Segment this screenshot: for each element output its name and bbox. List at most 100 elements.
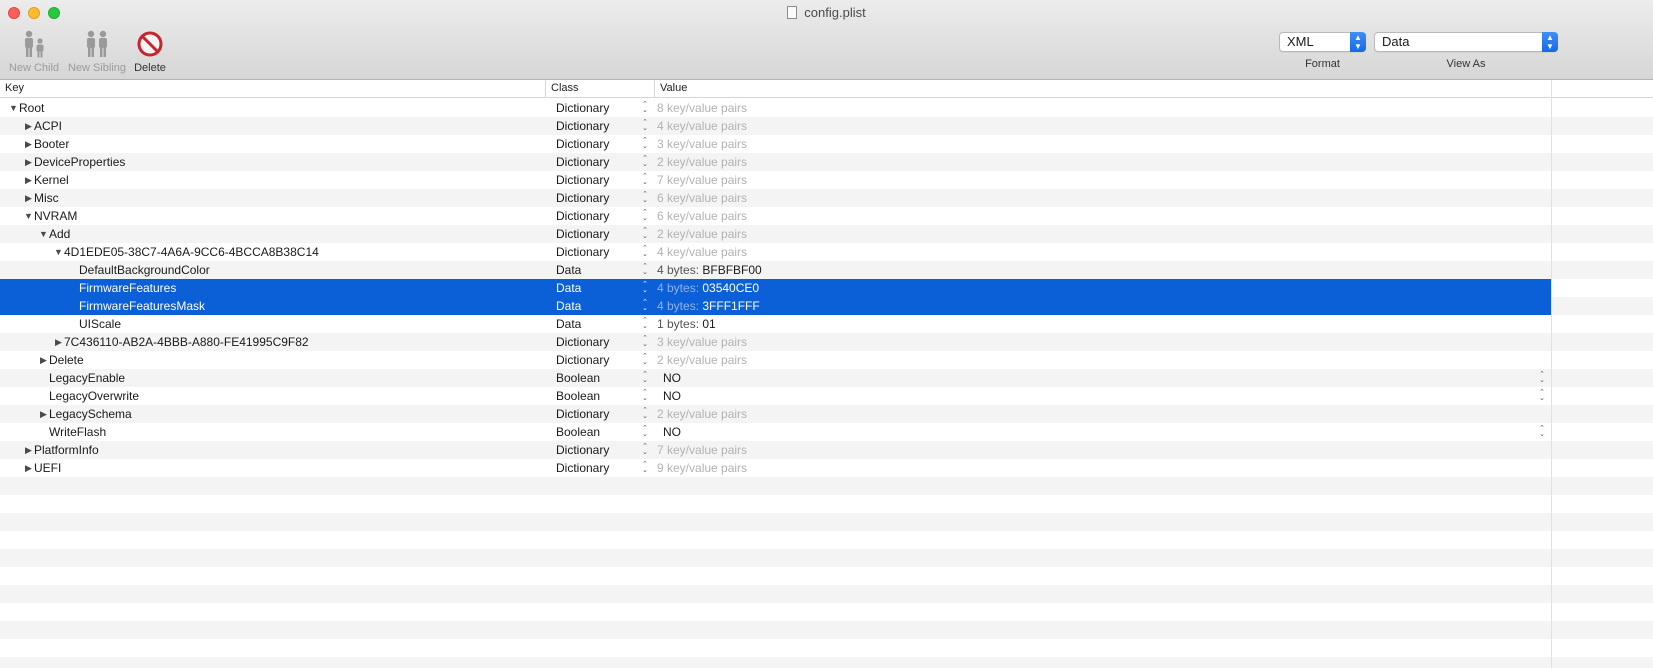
row-value: 9 key/value pairs — [657, 461, 748, 475]
disclosure-closed-icon[interactable]: ▶ — [38, 405, 49, 423]
row-value: 6 key/value pairs — [657, 209, 748, 223]
format-select[interactable]: XML ▲ ▼ — [1279, 32, 1366, 52]
new-sibling-button[interactable]: New Sibling — [66, 28, 128, 74]
row-class: Data — [556, 299, 582, 313]
class-stepper-icon[interactable]: ⌃ ⌄ — [640, 461, 650, 474]
new-child-button[interactable]: New Child — [8, 28, 60, 74]
disclosure-open-icon[interactable]: ▼ — [53, 243, 64, 261]
row-key: LegacyOverwrite — [49, 389, 140, 403]
outline-row[interactable]: FirmwareFeatures Data ⌃ ⌄ 4 bytes: 03540CE0 — [0, 279, 1551, 297]
disclosure-open-icon[interactable]: ▼ — [38, 225, 49, 243]
format-select-chevron-icon: ▲ ▼ — [1350, 32, 1366, 52]
row-key: Misc — [34, 191, 59, 205]
class-stepper-icon[interactable]: ⌃ ⌄ — [640, 245, 650, 258]
row-class: Dictionary — [556, 101, 610, 115]
row-key: LegacySchema — [49, 407, 132, 421]
class-stepper-icon[interactable]: ⌃ ⌄ — [640, 443, 650, 456]
disclosure-closed-icon[interactable]: ▶ — [53, 333, 64, 351]
row-key: Booter — [34, 137, 70, 151]
boolean-select-chevron-icon[interactable]: ⌃ ⌄ — [1537, 371, 1547, 384]
row-value[interactable]: 4 bytes: 03540CE0 — [657, 279, 759, 297]
row-class: Dictionary — [556, 209, 610, 223]
row-key: 7C436110-AB2A-4BBB-A880-FE41995C9F82 — [64, 335, 309, 349]
row-class: Dictionary — [556, 155, 610, 169]
disclosure-closed-icon[interactable]: ▶ — [38, 351, 49, 369]
outline-row[interactable]: UIScale Data ⌃ ⌄ 1 bytes: 01 — [0, 315, 1551, 333]
class-stepper-icon[interactable]: ⌃ ⌄ — [640, 191, 650, 204]
class-stepper-icon[interactable]: ⌃ ⌄ — [640, 299, 650, 312]
outline-row[interactable]: FirmwareFeaturesMask Data ⌃ ⌄ 4 bytes: 3FFF1… — [0, 297, 1551, 315]
format-caption: Format — [1305, 58, 1340, 70]
row-key: Delete — [49, 353, 84, 367]
class-stepper-icon[interactable]: ⌃ ⌄ — [640, 155, 650, 168]
row-value[interactable]: 4 bytes: BFBFBF00 — [657, 261, 762, 279]
disclosure-closed-icon[interactable]: ▶ — [23, 117, 34, 135]
class-stepper-icon[interactable]: ⌃ ⌄ — [640, 371, 650, 384]
row-value[interactable]: 1 bytes: 01 — [657, 315, 716, 333]
outline-row[interactable]: ▼ NVRAM Dictionary ⌃ ⌄ 6 key/value pairs — [0, 207, 1551, 225]
outline-row[interactable]: ▶ Booter Dictionary ⌃ ⌄ 3 key/value pairs — [0, 135, 1551, 153]
row-value[interactable]: 4 bytes: 3FFF1FFF — [657, 297, 760, 315]
row-value: 8 key/value pairs — [657, 101, 748, 115]
boolean-select-chevron-icon[interactable]: ⌃ ⌄ — [1537, 425, 1547, 438]
class-stepper-icon[interactable]: ⌃ ⌄ — [640, 317, 650, 330]
class-stepper-icon[interactable]: ⌃ ⌄ — [640, 137, 650, 150]
class-stepper-icon[interactable]: ⌃ ⌄ — [640, 353, 650, 366]
outline-row[interactable]: ▶ 7C436110-AB2A-4BBB-A880-FE41995C9F82 Dic… — [0, 333, 1551, 351]
view-as-select-chevron-icon: ▲ ▼ — [1542, 32, 1558, 52]
outline-row[interactable]: ▼ 4D1EDE05-38C7-4A6A-9CC6-4BCCA8B38C14 Dic… — [0, 243, 1551, 261]
row-value: 7 key/value pairs — [657, 443, 748, 457]
disclosure-closed-icon[interactable]: ▶ — [23, 171, 34, 189]
disclosure-open-icon[interactable]: ▼ — [8, 99, 19, 117]
hex-value: BFBFBF00 — [702, 263, 762, 277]
disclosure-closed-icon[interactable]: ▶ — [23, 135, 34, 153]
outline-row[interactable]: ▶ LegacySchema Dictionary ⌃ ⌄ 2 key/value pai… — [0, 405, 1551, 423]
class-stepper-icon[interactable]: ⌃ ⌄ — [640, 263, 650, 276]
delete-button[interactable]: Delete — [132, 28, 168, 74]
view-as-select[interactable]: Data ▲ ▼ — [1374, 32, 1558, 52]
outline-row[interactable]: ▼ Add Dictionary ⌃ ⌄ 2 key/value pairs — [0, 225, 1551, 243]
row-class: Dictionary — [556, 119, 610, 133]
outline-row[interactable]: ▼ Root Dictionary ⌃ ⌄ 8 key/value pairs — [0, 99, 1551, 117]
column-header-key[interactable]: Key — [0, 80, 545, 97]
outline-row[interactable]: ▶ DeviceProperties Dictionary ⌃ ⌄ 2 key/value… — [0, 153, 1551, 171]
byte-count: 4 bytes: — [657, 299, 703, 313]
class-stepper-icon[interactable]: ⌃ ⌄ — [640, 389, 650, 402]
class-stepper-icon[interactable]: ⌃ ⌄ — [640, 335, 650, 348]
disclosure-closed-icon[interactable]: ▶ — [23, 189, 34, 207]
outline-row[interactable]: DefaultBackgroundColor Data ⌃ ⌄ 4 bytes: BFB… — [0, 261, 1551, 279]
class-stepper-icon[interactable]: ⌃ ⌄ — [640, 209, 650, 222]
class-stepper-icon[interactable]: ⌃ ⌄ — [640, 173, 650, 186]
row-key: 4D1EDE05-38C7-4A6A-9CC6-4BCCA8B38C14 — [64, 245, 319, 259]
outline-row[interactable]: ▶ ACPI Dictionary ⌃ ⌄ 4 key/value pairs — [0, 117, 1551, 135]
class-stepper-icon[interactable]: ⌃ ⌄ — [640, 119, 650, 132]
outline-row[interactable]: ▶ Misc Dictionary ⌃ ⌄ 6 key/value pairs — [0, 189, 1551, 207]
boolean-select-chevron-icon[interactable]: ⌃ ⌄ — [1537, 389, 1547, 402]
view-as-select-value: Data — [1382, 34, 1410, 49]
column-header-class[interactable]: Class — [545, 80, 654, 97]
row-class: Dictionary — [556, 137, 610, 151]
disclosure-open-icon[interactable]: ▼ — [23, 207, 34, 225]
class-stepper-icon[interactable]: ⌃ ⌄ — [640, 101, 650, 114]
row-class: Dictionary — [556, 407, 610, 421]
column-header-value[interactable]: Value — [654, 80, 1551, 97]
delete-label: Delete — [134, 62, 166, 74]
view-as-caption: View As — [1446, 58, 1486, 70]
hex-value: 01 — [702, 317, 716, 331]
outline-row[interactable]: ▶ Delete Dictionary ⌃ ⌄ 2 key/value pairs — [0, 351, 1551, 369]
hex-value: 03540CE0 — [702, 281, 760, 295]
outline-row[interactable]: LegacyOverwrite Boolean ⌃ ⌄ NO ⌃ ⌄ — [0, 387, 1551, 405]
outline-row[interactable]: ▶ Kernel Dictionary ⌃ ⌄ 7 key/value pairs — [0, 171, 1551, 189]
class-stepper-icon[interactable]: ⌃ ⌄ — [640, 227, 650, 240]
class-stepper-icon[interactable]: ⌃ ⌄ — [640, 425, 650, 438]
outline-row[interactable]: WriteFlash Boolean ⌃ ⌄ NO ⌃ ⌄ — [0, 423, 1551, 441]
disclosure-closed-icon[interactable]: ▶ — [23, 459, 34, 477]
class-stepper-icon[interactable]: ⌃ ⌄ — [640, 407, 650, 420]
outline-row[interactable]: ▶ UEFI Dictionary ⌃ ⌄ 9 key/value pairs — [0, 459, 1551, 477]
class-stepper-icon[interactable]: ⌃ ⌄ — [640, 281, 650, 294]
outline-row[interactable]: ▶ PlatformInfo Dictionary ⌃ ⌄ 7 key/value pai… — [0, 441, 1551, 459]
column-divider — [1551, 80, 1552, 668]
outline-row[interactable]: LegacyEnable Boolean ⌃ ⌄ NO ⌃ ⌄ — [0, 369, 1551, 387]
disclosure-closed-icon[interactable]: ▶ — [23, 153, 34, 171]
disclosure-closed-icon[interactable]: ▶ — [23, 441, 34, 459]
